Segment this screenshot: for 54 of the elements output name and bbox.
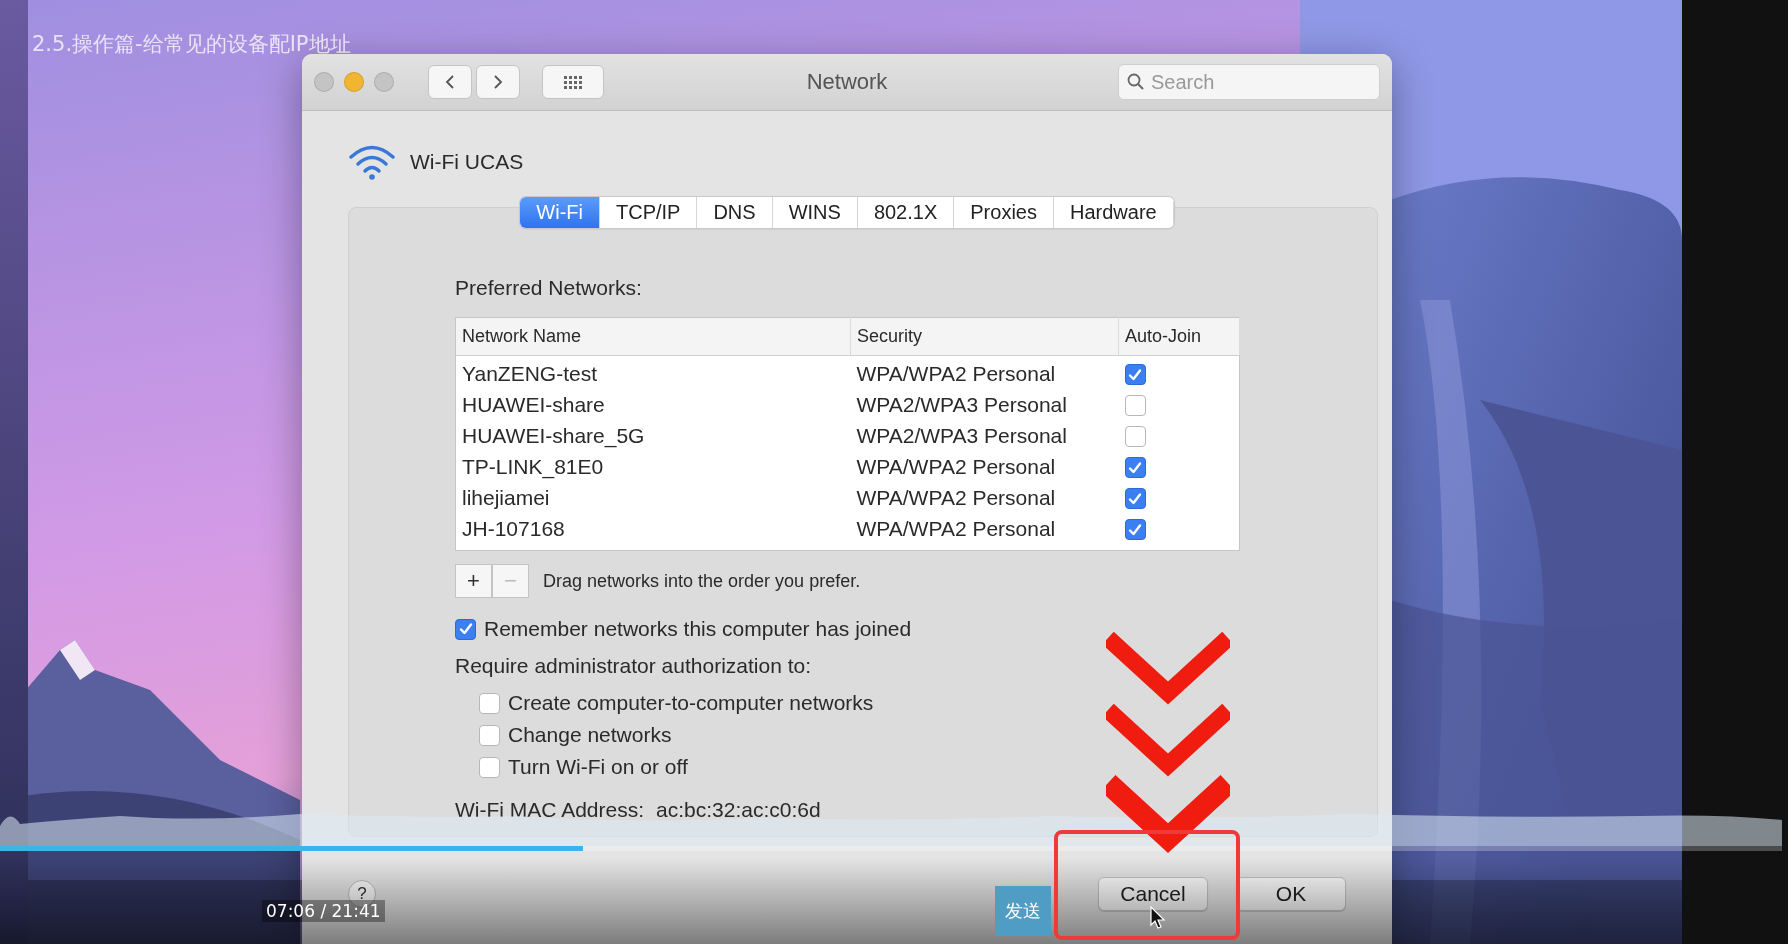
mac-label: Wi-Fi MAC Address: xyxy=(455,798,645,822)
auto-join-checkbox[interactable] xyxy=(1124,519,1146,541)
table-cell: WPA/WPA2 Personal xyxy=(850,355,1119,389)
wifi-icon xyxy=(348,144,396,180)
auto-join-checkbox[interactable] xyxy=(1124,426,1146,448)
section-label: Require administrator authorization to: xyxy=(455,654,812,678)
show-all-button[interactable] xyxy=(542,65,604,99)
tab[interactable]: TCP/IP xyxy=(599,197,698,228)
forward-button[interactable] xyxy=(476,65,520,99)
table-cell: WPA/WPA2 Personal xyxy=(850,451,1119,482)
table-cell: WPA/WPA2 Personal xyxy=(850,482,1119,513)
option-checkbox[interactable] xyxy=(479,724,500,746)
cancel-button[interactable]: Cancel xyxy=(1098,877,1208,911)
table-cell: TP-LINK_81E0 xyxy=(455,451,851,482)
column-header[interactable]: Security xyxy=(850,317,1119,356)
service-name: Wi-Fi UCAS xyxy=(410,150,524,174)
auto-join-checkbox[interactable] xyxy=(1124,488,1146,510)
video-title: 2.5.操作篇-给常见的设备配IP地址 xyxy=(32,31,351,58)
auto-join-checkbox[interactable] xyxy=(1124,395,1146,417)
progress-bar[interactable] xyxy=(0,846,1782,851)
table-cell: HUAWEI-share_5G xyxy=(455,420,851,451)
table-cell: HUAWEI-share xyxy=(455,389,851,420)
checkbox-label: Remember networks this computer has joined xyxy=(484,617,912,641)
table-cell: JH-107168 xyxy=(455,513,851,544)
hint-text: Drag networks into the order you prefer. xyxy=(543,570,861,592)
table-cell: WPA/WPA2 Personal xyxy=(850,513,1119,544)
tab[interactable]: Proxies xyxy=(954,197,1054,228)
section-label: Preferred Networks: xyxy=(455,276,643,300)
checkbox-label: Turn Wi-Fi on or off xyxy=(508,755,688,779)
tab[interactable]: Hardware xyxy=(1053,197,1174,228)
tab[interactable]: DNS xyxy=(697,197,773,228)
remember-checkbox[interactable] xyxy=(455,618,476,640)
checkbox-label: Create computer-to-computer networks xyxy=(508,691,874,715)
table-cell: WPA2/WPA3 Personal xyxy=(850,389,1119,420)
grid-icon xyxy=(564,75,582,89)
option-checkbox[interactable] xyxy=(479,756,500,778)
table-cell: WPA2/WPA3 Personal xyxy=(850,420,1119,451)
auto-join-checkbox[interactable] xyxy=(1124,364,1146,386)
checkbox-label: Change networks xyxy=(508,723,672,747)
search-icon xyxy=(1127,73,1145,91)
tab[interactable]: WINS xyxy=(772,197,858,228)
window-title: Network xyxy=(806,69,888,95)
auto-join-checkbox[interactable] xyxy=(1124,457,1146,479)
table-cell: YanZENG-test xyxy=(455,355,851,389)
playback-time: 07:06 / 21:41 xyxy=(262,900,385,922)
column-header[interactable]: Network Name xyxy=(455,317,851,356)
column-header[interactable]: Auto-Join xyxy=(1118,317,1240,356)
mac-address: ac:bc:32:ac:c0:6d xyxy=(656,798,821,822)
cursor-icon xyxy=(1150,906,1166,930)
tab[interactable]: 802.1X xyxy=(857,197,955,228)
option-checkbox[interactable] xyxy=(479,692,500,714)
table-cell: lihejiamei xyxy=(455,482,851,513)
back-button[interactable] xyxy=(428,65,472,99)
add-button[interactable]: + xyxy=(455,564,492,598)
